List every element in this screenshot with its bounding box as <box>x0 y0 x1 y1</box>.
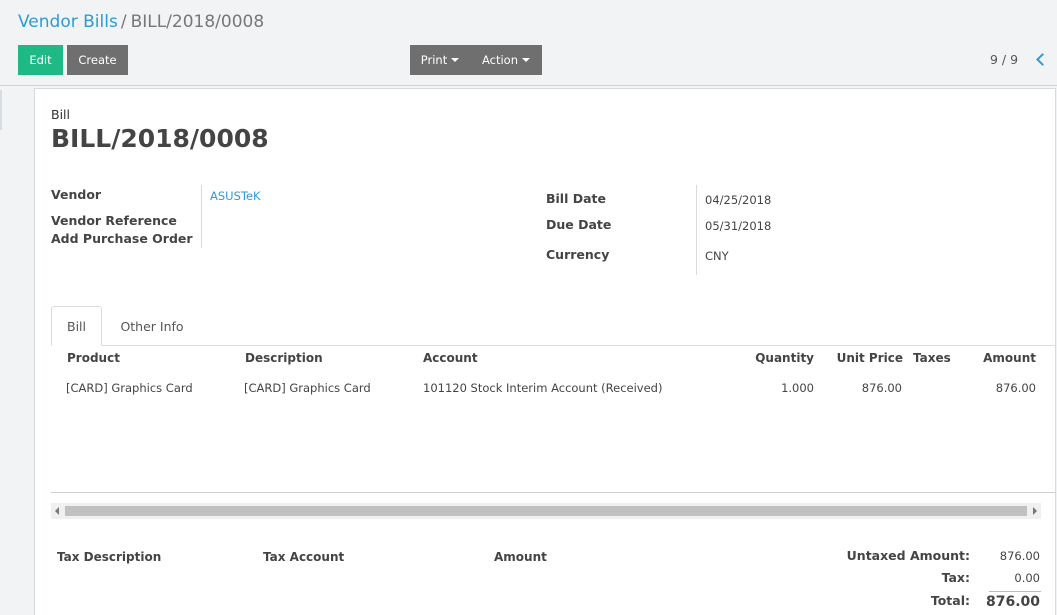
line-quantity[interactable]: 1.000 <box>743 381 814 395</box>
print-label: Print <box>420 53 448 67</box>
scroll-left-arrow-icon[interactable] <box>55 507 59 515</box>
scroll-right-arrow-icon[interactable] <box>1033 507 1037 515</box>
tax-label: Tax: <box>941 570 970 585</box>
field-divider <box>696 185 697 275</box>
form-sheet: Bill BILL/2018/0008 Vendor ASUSTeK Vendo… <box>34 88 1056 615</box>
scrollbar-thumb[interactable] <box>65 506 1027 516</box>
breadcrumb-vendor-bills-link[interactable]: Vendor Bills <box>18 12 118 32</box>
vendor-link[interactable]: ASUSTeK <box>210 189 261 203</box>
field-divider <box>201 185 202 248</box>
line-unit-price[interactable]: 876.00 <box>823 381 902 395</box>
line-product[interactable]: [CARD] Graphics Card <box>66 381 193 395</box>
total-label: Total: <box>930 593 970 608</box>
currency-label: Currency <box>546 247 610 262</box>
line-amount[interactable]: 876.00 <box>965 381 1036 395</box>
action-label: Action <box>481 53 519 67</box>
untaxed-amount-label: Untaxed Amount: <box>846 548 970 563</box>
column-header-account[interactable]: Account <box>423 351 478 365</box>
vendor-label: Vendor <box>51 187 102 202</box>
total-value: 876.00 <box>985 594 1040 610</box>
line-description[interactable]: [CARD] Graphics Card <box>244 381 371 395</box>
bill-number-title: BILL/2018/0008 <box>51 124 269 153</box>
vendor-reference-label: Vendor Reference <box>51 213 177 228</box>
breadcrumb-current: BILL/2018/0008 <box>130 12 265 32</box>
column-header-product[interactable]: Product <box>67 351 120 365</box>
left-accent <box>0 90 2 130</box>
breadcrumb-separator: / <box>120 12 127 32</box>
due-date-value[interactable]: 05/31/2018 <box>705 219 771 233</box>
add-purchase-order-label: Add Purchase Order <box>51 231 193 246</box>
column-header-description[interactable]: Description <box>245 351 323 365</box>
untaxed-amount-value: 876.00 <box>999 549 1040 563</box>
tax-description-header: Tax Description <box>57 550 162 564</box>
column-header-unit-price[interactable]: Unit Price <box>823 351 903 365</box>
due-date-label: Due Date <box>546 217 612 232</box>
tax-account-header: Tax Account <box>263 550 345 564</box>
breadcrumb: Vendor Bills / BILL/2018/0008 <box>18 12 264 32</box>
pager-value[interactable]: 9 / 9 <box>990 52 1018 67</box>
sidebar-dropdowns: Print Action <box>410 45 542 75</box>
total-divider <box>989 591 1041 592</box>
tax-value: 0.00 <box>1014 571 1040 585</box>
caret-down-icon <box>522 58 531 62</box>
horizontal-scrollbar[interactable] <box>51 503 1041 519</box>
line-account[interactable]: 101120 Stock Interim Account (Received) <box>423 381 662 395</box>
bill-date-label: Bill Date <box>546 191 606 206</box>
column-header-quantity[interactable]: Quantity <box>743 351 814 365</box>
print-dropdown-button[interactable]: Print <box>410 45 470 75</box>
action-dropdown-button[interactable]: Action <box>470 45 542 75</box>
bill-date-value[interactable]: 04/25/2018 <box>705 193 771 207</box>
notebook-tabs: Bill Other Info <box>51 306 1055 346</box>
create-button[interactable]: Create <box>67 45 128 75</box>
document-type-label: Bill <box>51 107 70 122</box>
tab-bill[interactable]: Bill <box>51 306 102 346</box>
table-bottom-border <box>51 492 1055 493</box>
edit-button[interactable]: Edit <box>18 45 63 75</box>
tax-amount-header: Amount <box>494 550 547 564</box>
tab-other-info[interactable]: Other Info <box>111 306 193 346</box>
control-panel: Vendor Bills / BILL/2018/0008 Edit Create … <box>0 0 1057 86</box>
currency-value[interactable]: CNY <box>705 249 729 263</box>
chevron-left-icon[interactable] <box>1034 52 1048 68</box>
caret-down-icon <box>451 58 460 62</box>
column-header-amount[interactable]: Amount <box>965 351 1036 365</box>
column-header-taxes[interactable]: Taxes <box>913 351 951 365</box>
